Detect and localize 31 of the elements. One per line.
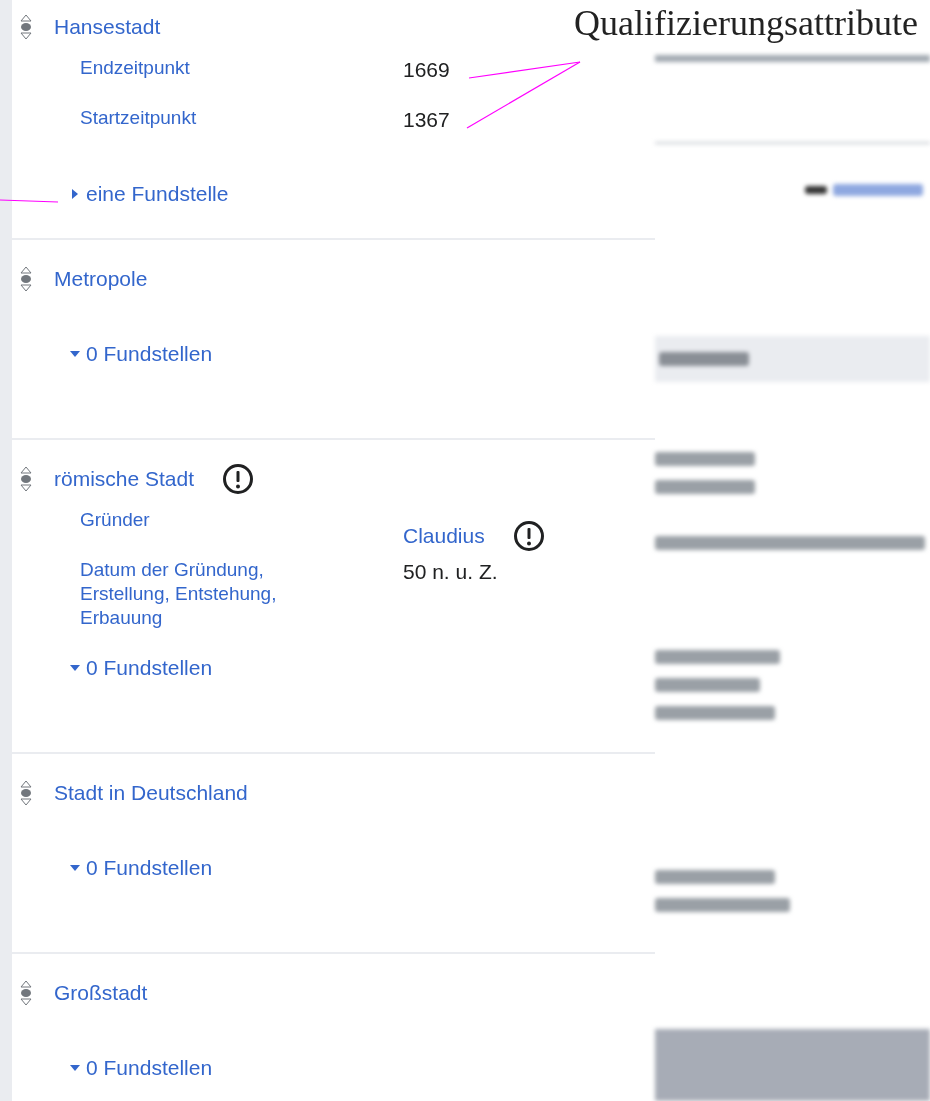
- references-toggle[interactable]: 0 Fundstellen: [70, 342, 213, 366]
- caret-icon[interactable]: [70, 189, 80, 199]
- rank-icon[interactable]: [20, 980, 32, 1006]
- qualifier-value: 1669: [403, 57, 450, 83]
- references-toggle[interactable]: 0 Fundstellen: [70, 1056, 213, 1080]
- rank-icon[interactable]: [20, 780, 32, 806]
- rank-icon[interactable]: [20, 466, 32, 492]
- qualifier-property[interactable]: Startzeitpunkt: [80, 106, 330, 130]
- qualifier-property[interactable]: Datum der Gründung, Erstellung, Entstehung, Erbauung: [80, 558, 330, 630]
- warning-icon[interactable]: [222, 463, 255, 495]
- qualifier-property[interactable]: Endzeitpunkt: [80, 56, 330, 80]
- rank-icon[interactable]: [20, 266, 32, 292]
- caret-icon[interactable]: [70, 663, 80, 673]
- caret-icon[interactable]: [70, 1063, 80, 1073]
- caret-icon[interactable]: [70, 863, 80, 873]
- qualifier-value: 50 n. u. Z.: [403, 559, 498, 585]
- qualifier-value: 1367: [403, 107, 450, 133]
- statement-value[interactable]: Hansestadt: [54, 15, 161, 39]
- references-toggle[interactable]: eine Fundstelle: [70, 182, 229, 206]
- statement-value[interactable]: Großstadt: [54, 981, 148, 1005]
- statement-value[interactable]: Stadt in Deutschland: [54, 781, 248, 805]
- statement-value[interactable]: Metropole: [54, 267, 148, 291]
- qualifier-value[interactable]: Claudius: [403, 522, 485, 550]
- qualifier-property[interactable]: Gründer: [80, 508, 330, 532]
- references-toggle[interactable]: 0 Fundstellen: [70, 856, 213, 880]
- rank-icon[interactable]: [20, 14, 32, 40]
- warning-icon[interactable]: [512, 520, 545, 552]
- statement-value[interactable]: römische Stadt: [54, 467, 195, 491]
- references-toggle[interactable]: 0 Fundstellen: [70, 656, 213, 680]
- leader-line: [0, 199, 59, 203]
- caret-icon[interactable]: [70, 349, 80, 359]
